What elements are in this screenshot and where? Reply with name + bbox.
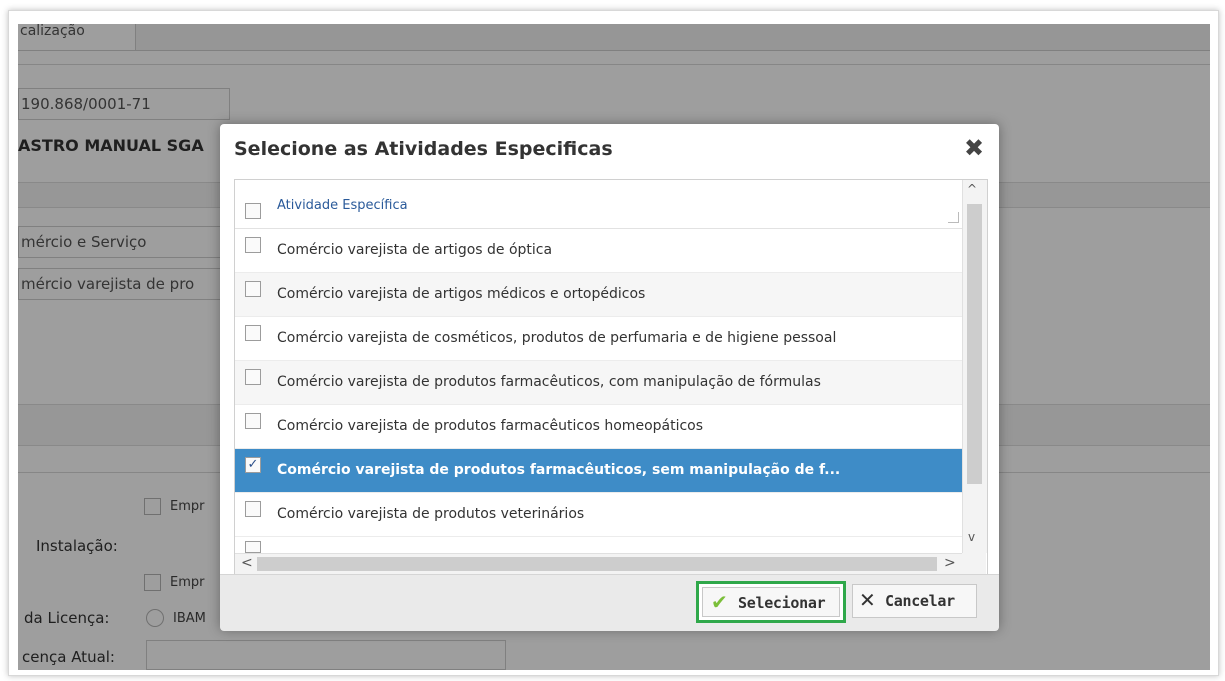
scrollbar-corner (962, 553, 986, 574)
checkmark-icon: ✔ (711, 590, 728, 614)
scroll-down-icon[interactable]: v (968, 530, 975, 544)
scroll-up-icon[interactable]: ^ (967, 182, 977, 196)
cancel-button-label: Cancelar (885, 592, 955, 610)
list-item[interactable]: Comércio varejista de produtos veterinár… (235, 493, 962, 537)
grid-header: Atividade Específica (235, 180, 962, 229)
row-checkbox[interactable] (245, 237, 261, 253)
row-label: Comércio varejista de artigos de óptica (277, 242, 553, 258)
select-button-highlight[interactable]: ✔ Selecionar (696, 581, 846, 623)
activities-grid: Atividade Específica Comércio varejista … (234, 179, 988, 576)
cancel-x-icon: ✕ (859, 588, 876, 612)
close-icon[interactable]: ✖ (962, 134, 986, 162)
list-item[interactable]: Comércio varejista de artigos médicos e … (235, 273, 962, 317)
dialog-title: Selecione as Atividades Especificas (234, 138, 613, 160)
cancel-button[interactable]: ✕ Cancelar (852, 584, 977, 618)
row-label: Comércio varejista de cosméticos, produt… (277, 330, 837, 346)
list-item-partial[interactable] (235, 537, 962, 553)
row-checkbox[interactable] (245, 541, 261, 553)
row-checkbox[interactable] (245, 281, 261, 297)
row-checkbox-checked[interactable]: ✓ (245, 457, 261, 473)
select-button-label: Selecionar (738, 594, 826, 612)
row-checkbox[interactable] (245, 369, 261, 385)
dialog-footer: ✔ Selecionar ✕ Cancelar (220, 574, 999, 631)
select-button[interactable]: ✔ Selecionar (702, 587, 840, 617)
row-checkbox[interactable] (245, 325, 261, 341)
row-label: Comércio varejista de produtos farmacêut… (277, 374, 821, 390)
row-label: Comércio varejista de artigos médicos e … (277, 286, 646, 302)
column-header-activity[interactable]: Atividade Específica (277, 198, 408, 213)
vertical-scroll-thumb[interactable] (967, 204, 982, 484)
list-item[interactable]: Comércio varejista de produtos farmacêut… (235, 405, 962, 449)
row-checkbox[interactable] (245, 413, 261, 429)
row-label: Comércio varejista de produtos veterinár… (277, 506, 585, 522)
horizontal-scrollbar[interactable]: < > (235, 553, 962, 575)
list-item[interactable]: Comércio varejista de artigos de óptica (235, 229, 962, 273)
activities-dialog: Selecione as Atividades Especificas ✖ At… (220, 124, 999, 631)
row-label: Comércio varejista de produtos farmacêut… (277, 418, 704, 434)
list-item-selected[interactable]: ✓ Comércio varejista de produtos farmacê… (235, 449, 962, 493)
select-all-checkbox[interactable] (245, 203, 261, 219)
list-item[interactable]: Comércio varejista de cosméticos, produt… (235, 317, 962, 361)
horizontal-scroll-thumb[interactable] (257, 557, 937, 571)
row-checkbox[interactable] (245, 501, 261, 517)
list-item[interactable]: Comércio varejista de produtos farmacêut… (235, 361, 962, 405)
scroll-left-icon[interactable]: < (241, 555, 253, 571)
scroll-right-icon[interactable]: > (944, 555, 956, 571)
row-label: Comércio varejista de produtos farmacêut… (277, 462, 841, 478)
resize-grip-icon[interactable] (948, 212, 959, 223)
vertical-scrollbar[interactable]: ^ v (962, 180, 987, 553)
